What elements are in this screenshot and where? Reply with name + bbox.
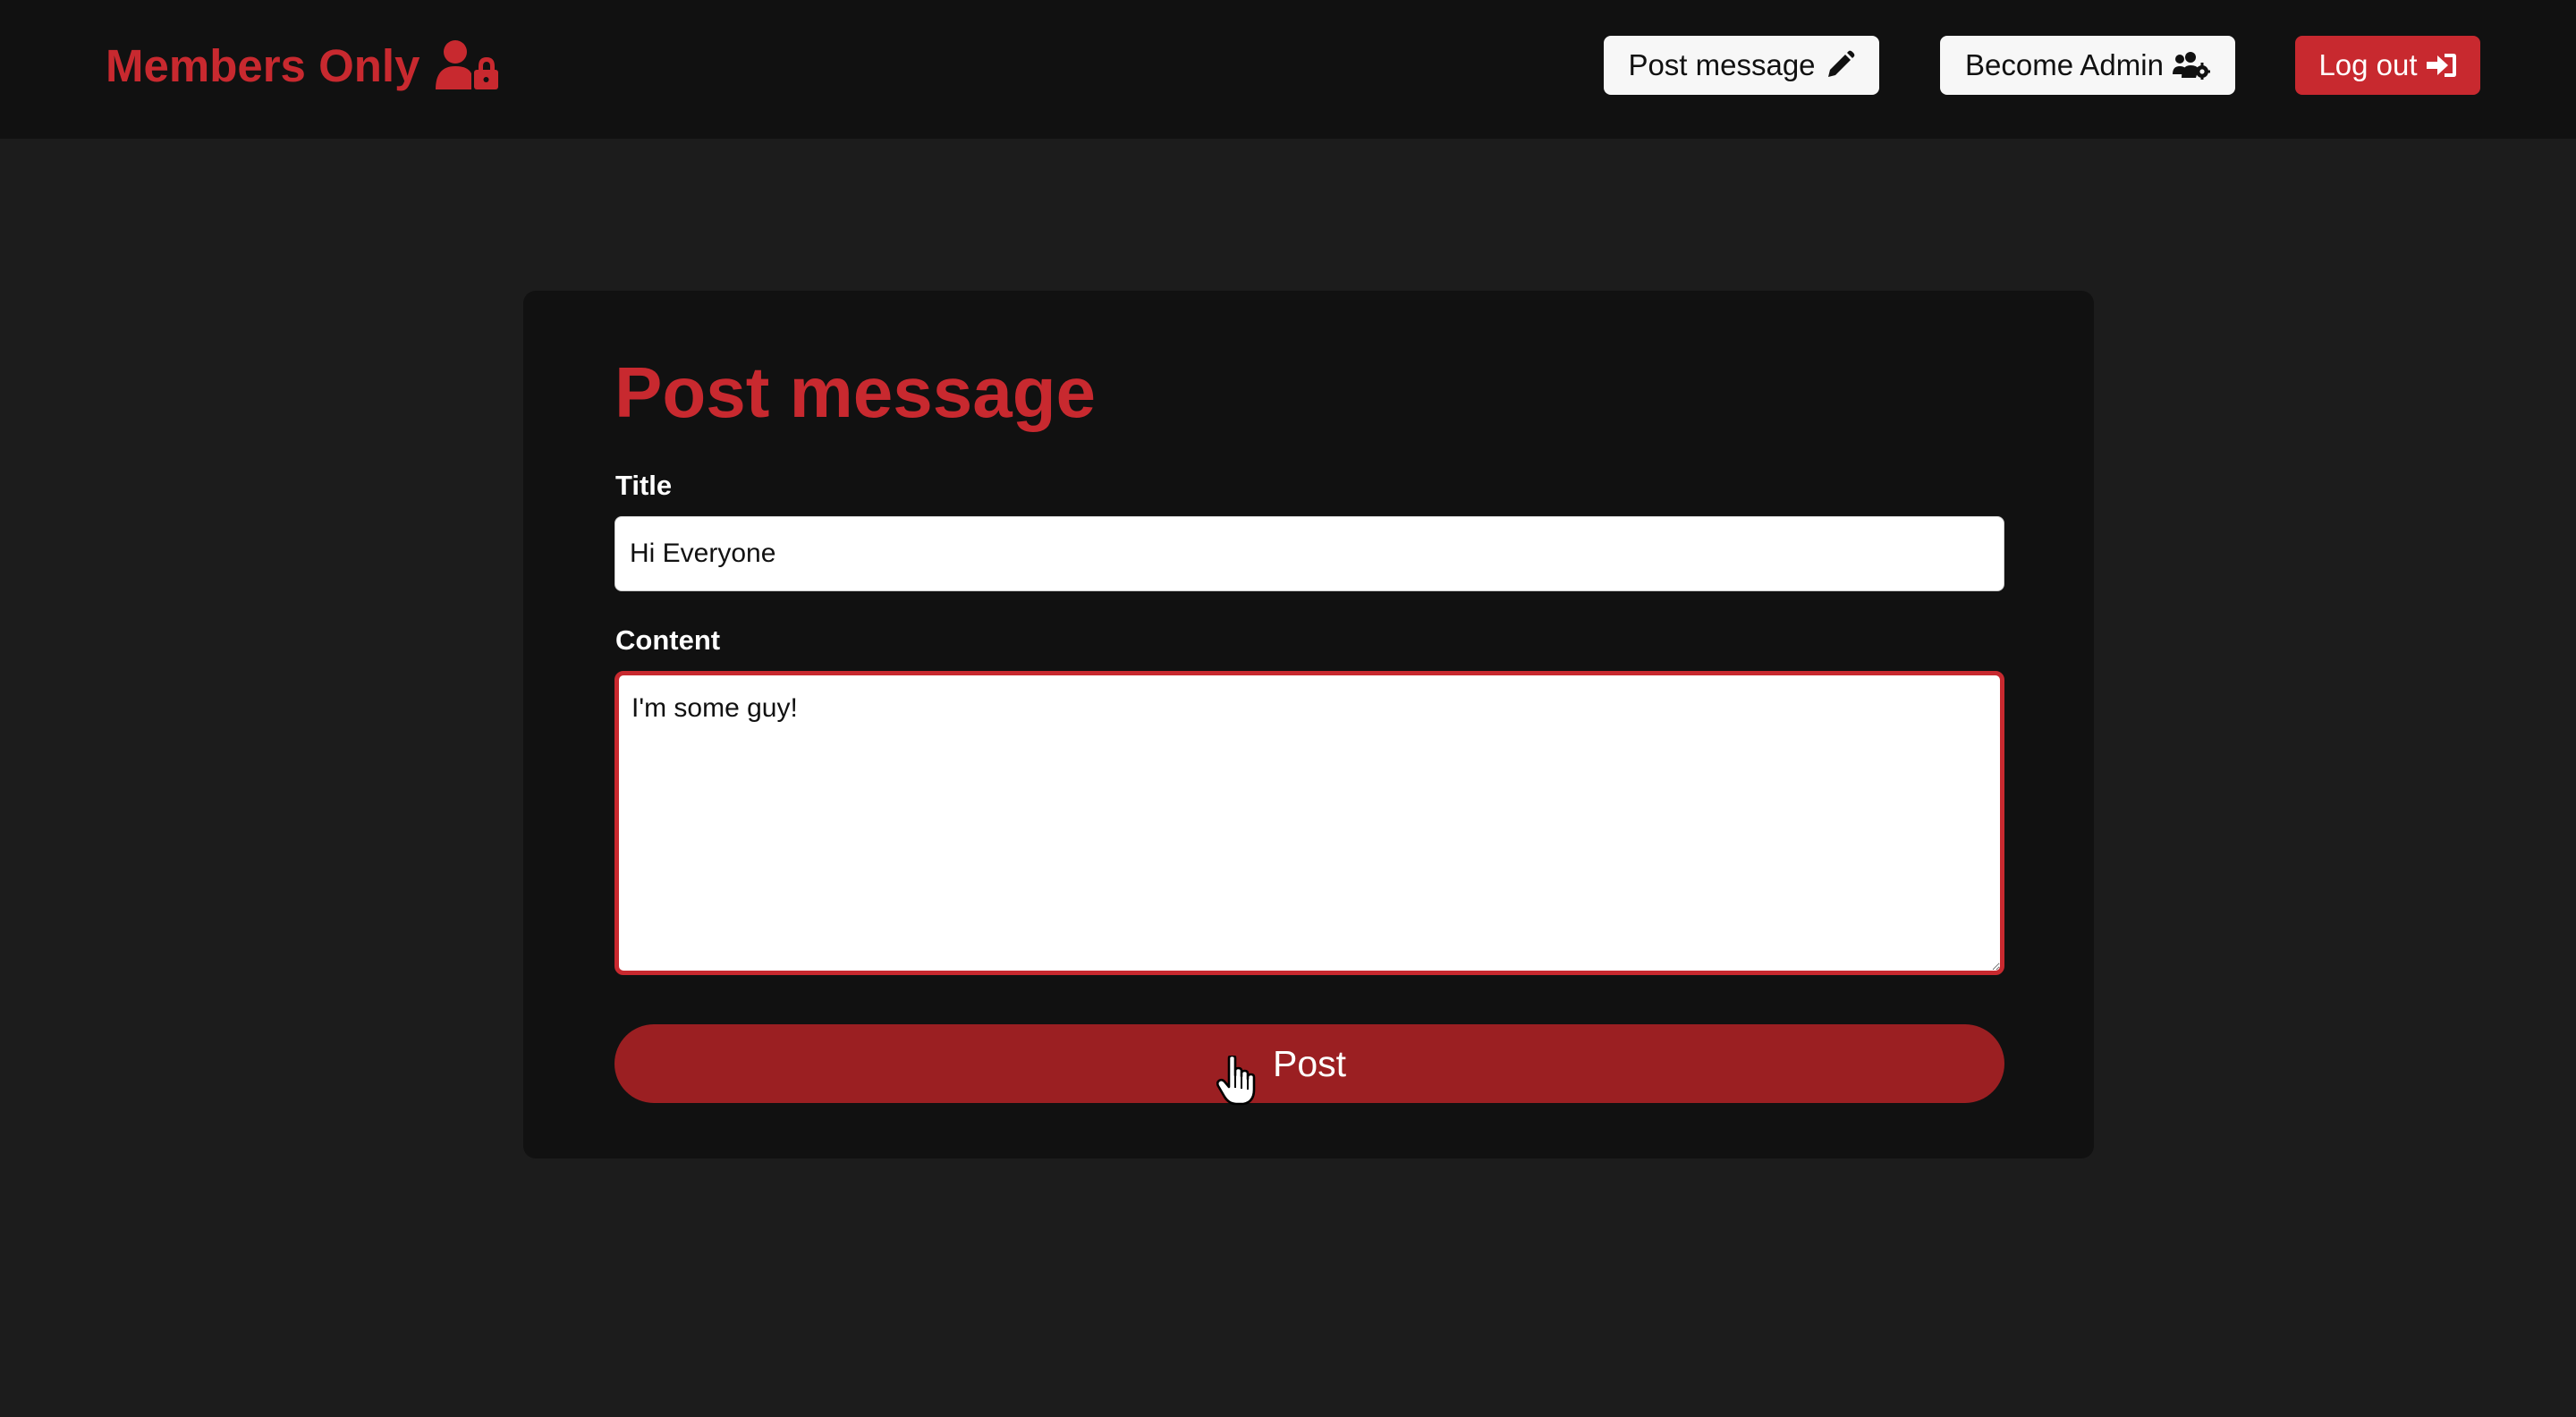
content-textarea[interactable]: I'm some guy! — [614, 671, 2004, 975]
sign-in-icon — [2426, 52, 2457, 79]
title-input[interactable] — [614, 516, 2004, 591]
content-label: Content — [615, 624, 721, 656]
post-message-card: Post message Title Content I'm some guy!… — [523, 291, 2094, 1158]
become-admin-label: Become Admin — [1965, 48, 2164, 81]
user-lock-icon — [436, 39, 499, 91]
post-message-button[interactable]: Post message — [1604, 36, 1879, 95]
pencil-icon — [1825, 50, 1855, 81]
post-submit-button[interactable]: Post — [614, 1024, 2004, 1103]
post-message-label: Post message — [1628, 48, 1816, 81]
become-admin-button[interactable]: Become Admin — [1940, 36, 2235, 95]
brand[interactable]: Members Only — [106, 34, 499, 97]
log-out-button[interactable]: Log out — [2295, 36, 2480, 95]
navbar: Members Only Post message Become Admin L… — [0, 0, 2576, 139]
title-label: Title — [615, 470, 673, 501]
users-cog-icon — [2172, 51, 2210, 80]
page-title: Post message — [614, 352, 1097, 432]
log-out-label: Log out — [2318, 48, 2418, 81]
brand-name: Members Only — [106, 39, 420, 91]
